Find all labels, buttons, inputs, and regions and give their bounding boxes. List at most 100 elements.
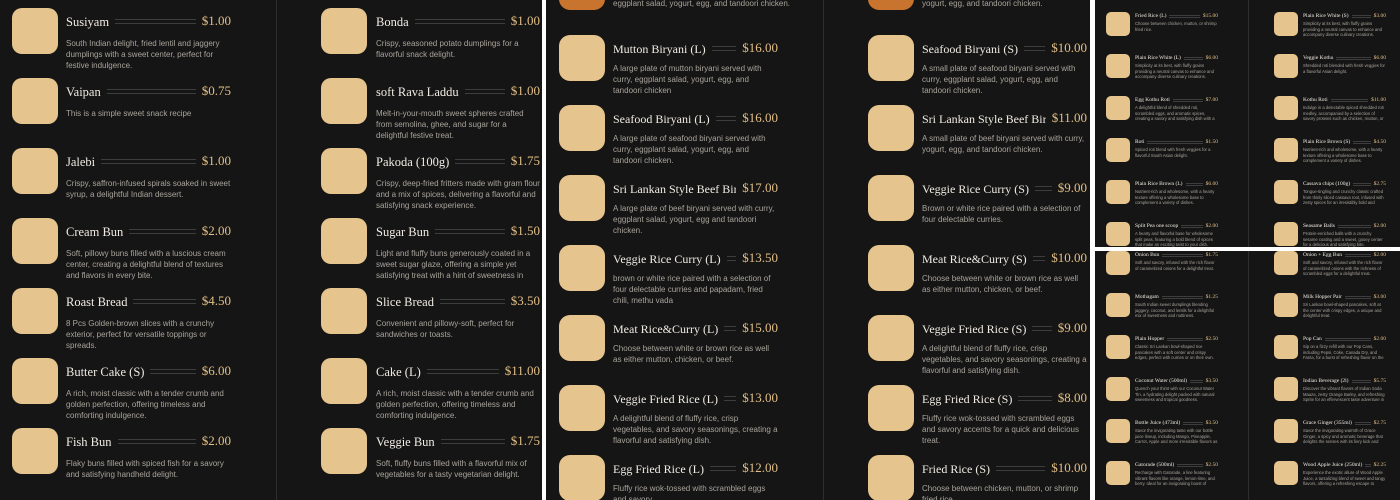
menu-item[interactable]: Pakoda (100g) $1.75 Crispy, deep-fried fri… (321, 148, 540, 210)
item-name: Fish Bun (66, 435, 118, 450)
menu-item[interactable]: Bonda $1.00 Crispy, seasoned potato dumpli… (321, 8, 540, 70)
item-description: Experience the exotic allure of Wood App… (1303, 470, 1386, 487)
item-description: A delightful blend of fluffy rice, crisp… (922, 344, 1087, 375)
menu-item[interactable]: Sugar Bun $1.50 Light and fluffy buns gene… (321, 218, 540, 280)
menu-item[interactable]: Fish Bun $2.00 Flaky buns filled with spic… (12, 428, 231, 490)
item-thumbnail (1106, 419, 1130, 443)
menu-item[interactable]: Seafood Biryani (S) $10.00 A small plate o… (868, 35, 1087, 97)
item-price: $2.00 (1370, 252, 1386, 258)
menu-item[interactable]: soft Rava Laddu $1.00 Melt-in-your-mouth s… (321, 78, 540, 140)
item-name: Meat Rice&Curry (L) (613, 322, 725, 337)
item-price: $2.00 (1370, 223, 1386, 229)
menu-item[interactable]: Indian Beverage (2l) $5.75 Discover the vi… (1274, 377, 1386, 413)
item-name: soft Rava Laddu (376, 85, 465, 100)
menu-item[interactable]: Meat Rice&Curry (L) $15.00 Choose between … (559, 315, 778, 377)
menu-item[interactable]: Wood Apple Juice (250ml) $2.25 Experience … (1274, 461, 1386, 497)
menu-item[interactable]: Slice Bread $3.50 Convenient and pillowy-s… (321, 288, 540, 350)
item-price: $1.50 (1202, 139, 1218, 145)
item-thumbnail (1106, 293, 1130, 317)
menu-item[interactable]: Plain Rice Brown (L) $6.00 Nutrient-rich a… (1106, 180, 1218, 216)
menu-item[interactable]: Cream Bun $2.00 Soft, pillowy buns filled … (12, 218, 231, 280)
menu-item[interactable]: Butter Cake (S) $6.00 A rich, moist classi… (12, 358, 231, 420)
item-description: Crispy, seasoned potato dumplings for a … (376, 39, 519, 59)
item-price: $5.75 (1370, 378, 1386, 384)
menu-item[interactable]: Seasame Balls $2.00 Protein-enriched balls… (1274, 222, 1386, 247)
item-thumbnail (1274, 293, 1298, 317)
item-description: South Indian delight, fried lentil and j… (66, 39, 220, 70)
item-thumbnail (1106, 180, 1130, 204)
menu-item[interactable]: Cassava chips (100g) $2.75 Tongue-tingling… (1274, 180, 1386, 216)
menu-item[interactable]: Veggie Fried Rice (S) $9.00 A delightful b… (868, 315, 1087, 377)
menu-item[interactable]: Coconut Water (500ml) $3.50 Quench your th… (1106, 377, 1218, 413)
item-description: Shredded roti blended with fresh veggies… (1303, 63, 1385, 74)
menu-item[interactable]: Grace Ginger (355ml) $2.75 Savor the invig… (1274, 419, 1386, 455)
item-description: Sri Lankan bowl-shaped pancakes, soft at… (1303, 302, 1382, 318)
menu-item[interactable]: Fried Rice (S) $10.00 Choose between chick… (868, 455, 1087, 500)
menu-item[interactable]: Cake (L) $11.00 A rich, moist classic with… (321, 358, 540, 420)
menu-item[interactable]: Plain Rice White (L) $6.00 Simplicity at i… (1106, 54, 1218, 90)
menu-item[interactable]: Sri Lankan Style Beef Biryani (L) $17.00 A… (559, 175, 783, 237)
menu-panel-rice-roti: Fried Rice (L) $15.00 Choose between chick… (1095, 0, 1400, 247)
item-price: $1.00 (195, 13, 231, 29)
menu-item[interactable]: Veggie Fried Rice (L) $13.00 A delightful … (559, 385, 778, 447)
menu-item[interactable]: Gatorade (500ml) $2.50 Recharge with Gator… (1106, 461, 1218, 497)
item-name: Veggie Rice Curry (L) (613, 252, 727, 267)
item-description: Brown or white rice paired with a select… (922, 204, 1081, 224)
item-price: $6.00 (195, 363, 231, 379)
item-name: Plain Rice White (S) (1303, 13, 1352, 19)
item-description: A small plate of beef biryani served wit… (922, 134, 1085, 154)
menu-item[interactable]: Mothagam $1.25 South Indian sweet dumpling… (1106, 293, 1218, 329)
item-price: $4.50 (195, 293, 231, 309)
menu-item[interactable]: Kothu Roti $11.00 Indulge in a delectable … (1274, 96, 1386, 132)
item-thumbnail (1274, 96, 1298, 120)
item-description: brown or white rice paired with a select… (613, 274, 771, 305)
item-thumbnail (559, 105, 605, 151)
menu-item[interactable]: Vaipan $0.75 This is a simple sweet snack … (12, 78, 231, 140)
menu-item[interactable]: Egg Fried Rice (L) $12.00 Fluffy rice wok-… (559, 455, 778, 500)
menu-item[interactable]: Mutton Biryani (L) $16.00 A large plate of… (559, 35, 778, 97)
menu-item[interactable]: Veggie Rice Curry (S) $9.00 Brown or white… (868, 175, 1087, 237)
menu-item[interactable]: Meat Rice&Curry (S) $10.00 Choose between … (868, 245, 1087, 307)
menu-item[interactable]: Fried Rice (L) $15.00 Choose between chick… (1106, 12, 1218, 48)
item-description: A rich, moist classic with a tender crum… (376, 389, 534, 420)
menu-item[interactable]: Veggie Bun $1.75 Soft, fluffy buns filled … (321, 428, 540, 490)
menu-item[interactable]: Bottle Juice (473ml) $3.50 Savor the invig… (1106, 419, 1218, 455)
item-thumbnail (559, 385, 605, 431)
menu-item[interactable]: Roast Bread $4.50 8 Pcs Golden-brown slice… (12, 288, 231, 350)
menu-item[interactable]: Susiyam $1.00 South Indian delight, fried … (12, 8, 231, 70)
menu-item[interactable]: Plain Rice White (S) $3.00 Simplicity at i… (1274, 12, 1386, 48)
menu-item[interactable]: Egg Kothu Roti $7.00 A delightful blend of… (1106, 96, 1218, 132)
item-name: Mothagam (1135, 294, 1162, 300)
menu-item[interactable]: Veggie Kothu $6.00 Shredded roti blended w… (1274, 54, 1386, 90)
menu-item[interactable]: Egg Fried Rice (S) $8.00 Fluffy rice wok-t… (868, 385, 1087, 447)
item-thumbnail (1106, 461, 1130, 485)
item-price: $8.00 (1051, 390, 1087, 406)
menu-item[interactable]: Jalebi $1.00 Crispy, saffron-infused spira… (12, 148, 231, 210)
item-thumbnail (1274, 335, 1298, 359)
item-name: Egg Kothu Roti (1135, 97, 1173, 103)
item-thumbnail (868, 455, 914, 500)
item-name: Pop Can (1303, 336, 1325, 342)
item-thumbnail (12, 148, 58, 194)
item-thumbnail (12, 78, 58, 124)
item-name: Fried Rice (S) (922, 462, 996, 477)
menu-item[interactable]: Onion Bun $1.75 Soft and savory, infused w… (1106, 251, 1218, 287)
menu-item[interactable]: Sri Lankan Style Beef Biryani (S) $11.00 A… (868, 105, 1090, 167)
item-name: Meat Rice&Curry (S) (922, 252, 1033, 267)
item-description: Discover the vibrant flavors of Indian S… (1303, 386, 1385, 403)
item-name: Onion Bun (1135, 252, 1163, 258)
menu-item[interactable]: Milk Hopper Pair $3.00 Sri Lankan bowl-sha… (1274, 293, 1386, 329)
item-description: Protein-enriched balls with a crunchy se… (1303, 231, 1383, 247)
item-thumbnail (1274, 180, 1298, 204)
item-description: Recharge with Gatorade, a line featuring… (1135, 470, 1215, 487)
menu-item[interactable]: Pop Can $2.00 Sip on a fizzy refill with o… (1274, 335, 1386, 371)
menu-item[interactable]: Seafood Biryani (L) $16.00 A large plate o… (559, 105, 778, 167)
item-name: Indian Beverage (2l) (1303, 378, 1352, 384)
menu-item[interactable]: Onion + Egg Bun $2.00 Soft and savory, inf… (1274, 251, 1386, 287)
menu-item[interactable]: Split Pea one scoop $2.00 A hearty and fla… (1106, 222, 1218, 247)
menu-item[interactable]: Plain Rice Brown (S) $4.50 Nutrient-rich a… (1274, 138, 1386, 174)
menu-item[interactable]: Plain Hopper $2.50 Classic Sri Lankan bowl… (1106, 335, 1218, 371)
item-name: Pakoda (100g) (376, 155, 456, 170)
menu-item[interactable]: Veggie Rice Curry (L) $13.50 brown or whit… (559, 245, 778, 307)
menu-item[interactable]: Roti $1.50 Spiced roti blend with fresh ve… (1106, 138, 1218, 174)
